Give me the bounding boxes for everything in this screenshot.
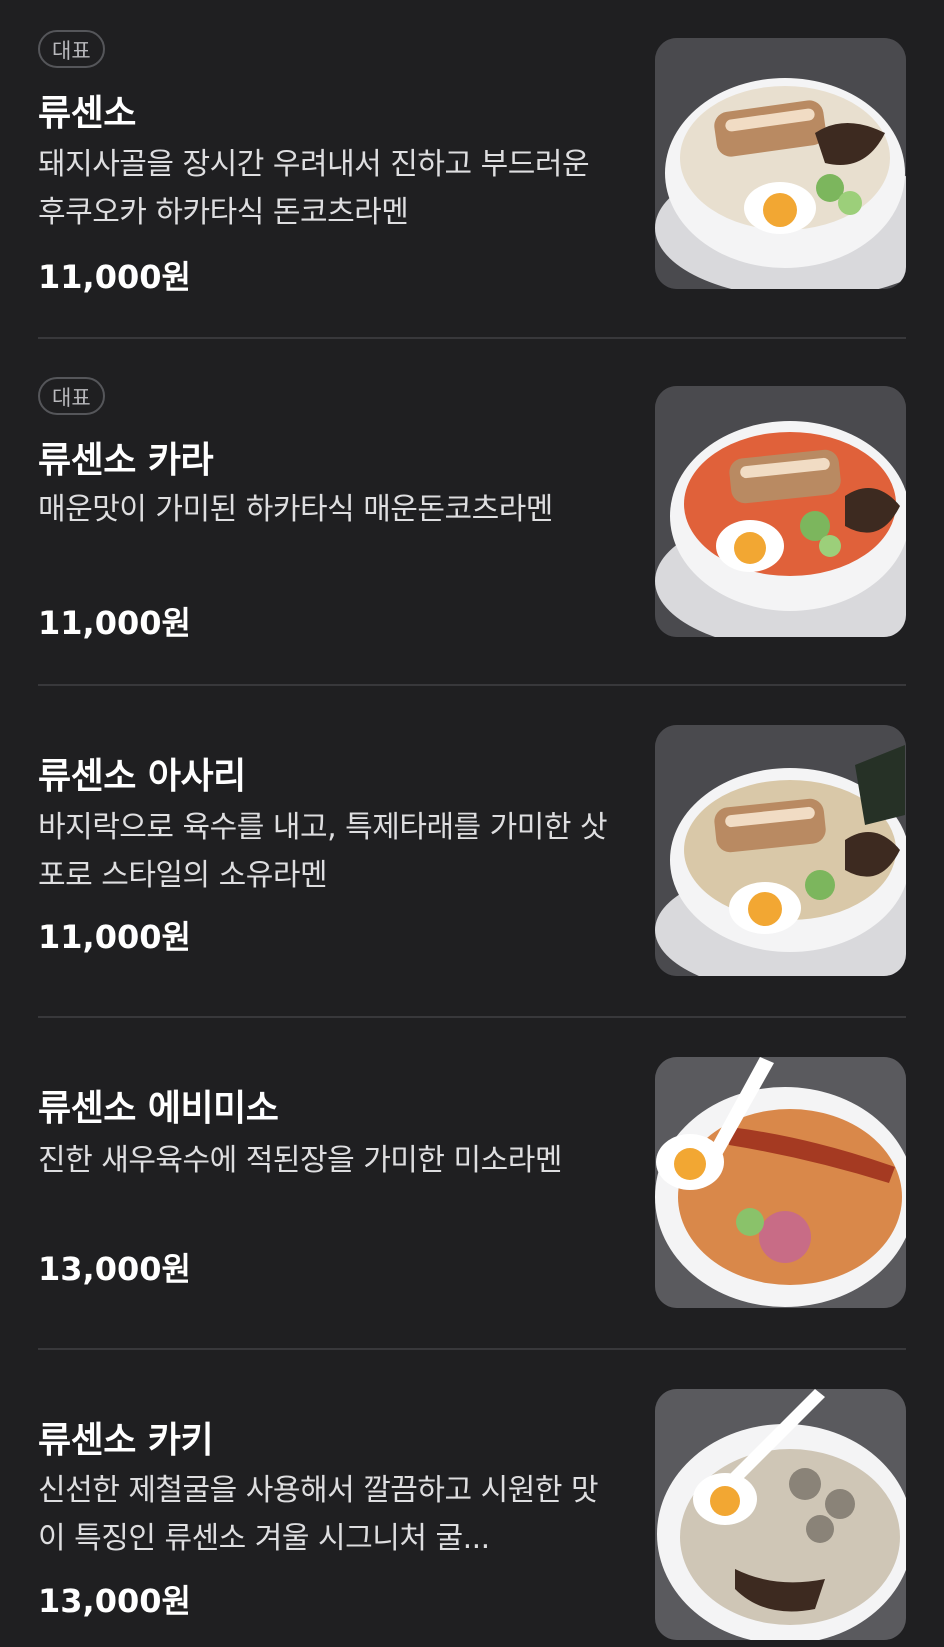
menu-item-price: 11,000원 <box>38 258 191 296</box>
menu-item-name: 류센소 에비미소 <box>38 1088 279 1129</box>
menu-item-description: 매운맛이 가미된 하카타식 매운돈코츠라멘 <box>38 492 553 527</box>
menu-item-name: 류센소 카라 <box>38 440 214 481</box>
menu-item-price: 11,000원 <box>38 918 191 956</box>
menu-item-description: 진한 새우육수에 적된장을 가미한 미소라멘 <box>38 1143 562 1178</box>
menu-item-price: 11,000원 <box>38 604 191 642</box>
menu-item[interactable]: 류센소 아사리 바지락으로 육수를 내고, 특제타래를 가미한 삿포로 스타일의… <box>38 688 906 1013</box>
menu-item-name: 류센소 아사리 <box>38 756 246 797</box>
signature-badge: 대표 <box>38 30 105 68</box>
spicy-tonkotsu-ramen-photo[interactable] <box>655 386 906 637</box>
menu-item-description: 바지락으로 육수를 내고, 특제타래를 가미한 삿포로 스타일의 소유라멘 <box>38 810 608 893</box>
divider <box>38 337 906 339</box>
menu-item-price: 13,000원 <box>38 1582 191 1620</box>
signature-badge: 대표 <box>38 377 105 415</box>
menu-item-price: 13,000원 <box>38 1250 191 1288</box>
menu-item[interactable]: 류센소 에비미소 진한 새우육수에 적된장을 가미한 미소라멘 13,000원 <box>38 1020 906 1348</box>
divider <box>38 1348 906 1350</box>
divider <box>38 1016 906 1018</box>
menu-item-name: 류센소 카키 <box>38 1420 214 1461</box>
menu-item-description: 돼지사골을 장시간 우려내서 진하고 부드러운 후쿠오카 하카타식 돈코츠라멘 <box>38 147 590 230</box>
menu-item[interactable]: 대표 류센소 돼지사골을 장시간 우려내서 진하고 부드러운 후쿠오카 하카타식… <box>38 0 906 330</box>
menu-item-name: 류센소 <box>38 93 136 134</box>
menu-list: 대표 류센소 돼지사골을 장시간 우려내서 진하고 부드러운 후쿠오카 하카타식… <box>0 0 944 1647</box>
menu-item[interactable]: 대표 류센소 카라 매운맛이 가미된 하카타식 매운돈코츠라멘 11,000원 <box>38 340 906 670</box>
menu-item[interactable]: 류센소 카키 신선한 제철굴을 사용해서 깔끔하고 시원한 맛이 특징인 류센소… <box>38 1352 906 1647</box>
clam-shoyu-ramen-photo[interactable] <box>655 725 906 976</box>
divider <box>38 684 906 686</box>
tonkotsu-ramen-photo[interactable] <box>655 38 906 289</box>
menu-item-description: 신선한 제철굴을 사용해서 깔끔하고 시원한 맛이 특징인 류센소 겨울 시그니… <box>38 1473 599 1556</box>
shrimp-miso-ramen-photo[interactable] <box>655 1057 906 1308</box>
oyster-ramen-photo[interactable] <box>655 1389 906 1640</box>
